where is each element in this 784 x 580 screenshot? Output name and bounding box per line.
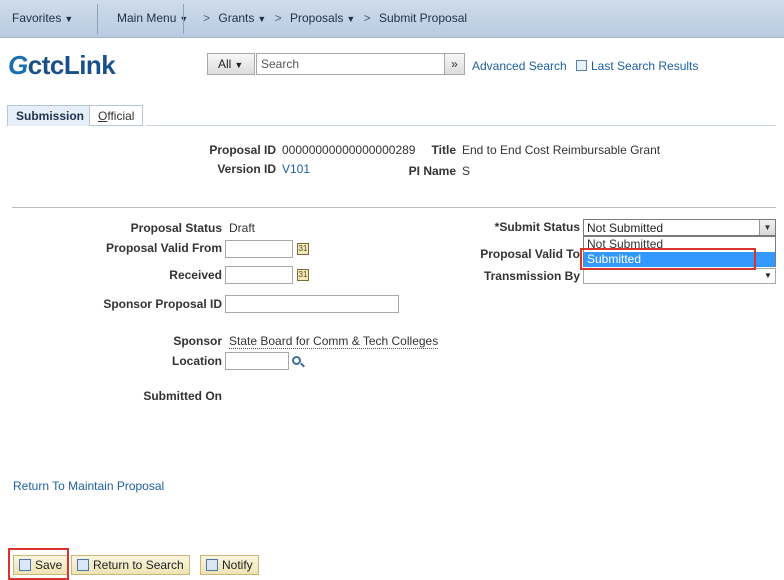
- chevron-down-icon: ▼: [64, 14, 74, 24]
- proposal-id-value: 00000000000000000289: [282, 143, 416, 157]
- last-search-results-link[interactable]: Last Search Results: [576, 59, 698, 73]
- top-nav-bar: Favorites▼ Main Menu▼ > Grants▼ > Propos…: [0, 0, 784, 38]
- calendar-icon[interactable]: 31: [297, 243, 309, 255]
- favorites-menu[interactable]: Favorites ▼: [12, 11, 73, 25]
- received-label: Received: [169, 268, 222, 282]
- proposal-status-value: Draft: [229, 221, 256, 235]
- breadcrumb-arrow-icon: >: [274, 11, 282, 25]
- sponsor-label: Sponsor: [173, 334, 222, 348]
- sponsor-proposal-id-label: Sponsor Proposal ID: [103, 297, 222, 311]
- callout-highlight: [580, 248, 756, 270]
- pi-name-value: S: [462, 164, 471, 178]
- section-divider: [12, 207, 776, 208]
- location-label: Location: [172, 354, 222, 368]
- ctclink-logo: GctcLink: [8, 50, 116, 81]
- main-menu[interactable]: Main Menu▼: [117, 11, 188, 25]
- transmission-by-select[interactable]: [583, 268, 776, 284]
- proposal-id-label: Proposal ID: [209, 143, 276, 157]
- callout-highlight: [8, 548, 69, 580]
- submitted-on-label: Submitted On: [143, 389, 222, 403]
- chevron-down-icon: ▼: [234, 60, 244, 70]
- nav-divider: [183, 4, 184, 34]
- breadcrumb: > Grants ▼ > Proposals ▼ > Submit Proposal: [198, 11, 467, 25]
- chevron-down-icon[interactable]: ▼: [759, 220, 775, 235]
- search-scope-select[interactable]: All ▼: [207, 53, 255, 75]
- version-id-value[interactable]: V101: [282, 162, 310, 176]
- return-to-search-icon: [77, 559, 89, 571]
- breadcrumb-arrow-icon: >: [363, 11, 371, 25]
- transmission-by-label: Transmission By: [483, 269, 580, 283]
- calendar-icon[interactable]: 31: [297, 269, 309, 281]
- chevron-down-icon: ▼: [257, 14, 267, 24]
- submit-status-select[interactable]: Not Submitted: [583, 219, 776, 236]
- return-to-search-button[interactable]: Return to Search: [71, 555, 190, 575]
- chevron-down-icon: ▼: [346, 14, 356, 24]
- breadcrumb-current: Submit Proposal: [379, 11, 468, 25]
- chevron-down-icon[interactable]: ▼: [764, 271, 772, 280]
- tab-divider: [146, 125, 776, 126]
- search-results-icon: [576, 60, 587, 71]
- version-id-label: Version ID: [217, 162, 276, 176]
- breadcrumb-grants[interactable]: Grants: [218, 11, 254, 25]
- title-label: Title: [431, 143, 456, 157]
- logo-text: ctcLink: [27, 50, 116, 80]
- tab-submission[interactable]: Submission: [7, 105, 94, 126]
- breadcrumb-arrow-icon: >: [203, 11, 211, 25]
- search-go-button[interactable]: »: [444, 53, 465, 75]
- location-input[interactable]: [225, 352, 289, 370]
- notify-button[interactable]: Notify: [200, 555, 259, 575]
- submit-status-label: *Submit Status: [494, 220, 580, 234]
- valid-to-label: Proposal Valid To: [480, 247, 580, 261]
- received-input[interactable]: [225, 266, 293, 284]
- valid-from-label: Proposal Valid From: [105, 241, 222, 255]
- advanced-search-link[interactable]: Advanced Search: [472, 59, 567, 73]
- sponsor-proposal-id-input[interactable]: [225, 295, 399, 313]
- lookup-icon[interactable]: [292, 356, 305, 368]
- valid-from-input[interactable]: [225, 240, 293, 258]
- nav-divider: [97, 4, 98, 34]
- return-to-maintain-proposal-link[interactable]: Return To Maintain Proposal: [13, 479, 164, 493]
- tab-official[interactable]: Official: [89, 105, 144, 126]
- search-input[interactable]: Search: [256, 53, 448, 75]
- notify-icon: [206, 559, 218, 571]
- title-value: End to End Cost Reimbursable Grant: [462, 143, 661, 157]
- pi-name-label: PI Name: [408, 164, 456, 178]
- proposal-status-label: Proposal Status: [130, 221, 222, 235]
- logo-mark: G: [8, 50, 28, 80]
- breadcrumb-proposals[interactable]: Proposals: [290, 11, 343, 25]
- sponsor-value: State Board for Comm & Tech Colleges: [229, 334, 439, 349]
